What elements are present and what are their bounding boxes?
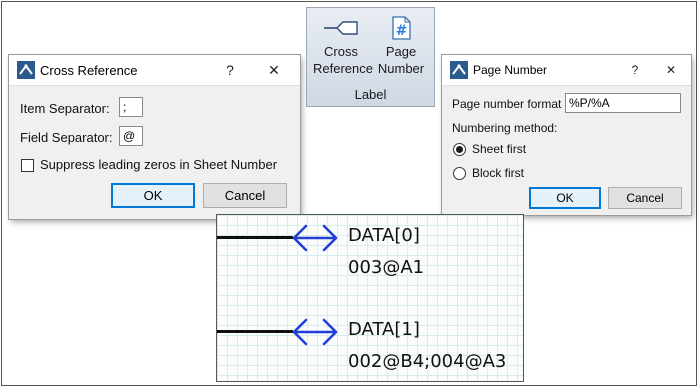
page-icon-glyph: #: [396, 23, 408, 39]
item-separator-input[interactable]: ;: [119, 97, 143, 117]
dialog-title: Cross Reference: [40, 62, 138, 78]
sheet-first-radio[interactable]: [453, 143, 466, 156]
ribbon-group-label: Label: [354, 87, 387, 102]
close-button[interactable]: ✕: [653, 63, 689, 77]
help-button[interactable]: ?: [208, 62, 252, 78]
bidirectional-port-icon: [292, 318, 338, 346]
sheet-first-label: Sheet first: [472, 142, 527, 156]
block-first-radio[interactable]: [453, 167, 466, 180]
cross-reference-ribbon-label-1: Cross: [324, 44, 358, 59]
page-number-ribbon-button[interactable]: # Page Number: [373, 16, 429, 77]
page-number-format-label: Page number format: [452, 97, 562, 111]
wire: [217, 236, 293, 239]
page-number-icon: #: [392, 16, 411, 40]
ok-button[interactable]: OK: [529, 187, 601, 209]
close-button[interactable]: ✕: [252, 62, 296, 79]
cross-reference-dialog: Cross Reference ? ✕ Item Separator: ; Fi…: [9, 55, 300, 219]
suppress-zeros-checkbox[interactable]: [21, 159, 34, 172]
net-name: DATA[1]: [348, 319, 420, 340]
bidirectional-port-icon: [292, 224, 338, 252]
page-number-format-input[interactable]: %P/%A: [565, 93, 681, 113]
block-first-label: Block first: [472, 166, 525, 180]
suppress-zeros-label: Suppress leading zeros in Sheet Number: [40, 157, 278, 172]
app-icon: [17, 61, 35, 79]
cross-reference-ribbon-label-2: Reference: [313, 61, 373, 76]
page-number-titlebar: Page Number ? ✕: [442, 55, 691, 86]
ok-button[interactable]: OK: [111, 183, 195, 208]
ribbon-label-group: Cross Reference # Page Number Label: [306, 7, 435, 107]
numbering-method-label: Numbering method:: [452, 121, 558, 135]
dialog-title: Page Number: [473, 63, 548, 77]
help-button[interactable]: ?: [617, 63, 653, 77]
field-separator-label: Field Separator:: [20, 130, 113, 145]
cross-reference-text: 003@A1: [348, 257, 425, 278]
page-number-dialog: Page Number ? ✕ Page number format %P/%A…: [442, 55, 691, 215]
field-separator-input[interactable]: @: [119, 126, 143, 146]
cross-reference-titlebar: Cross Reference ? ✕: [9, 55, 300, 86]
cancel-button[interactable]: Cancel: [203, 183, 287, 208]
net-name: DATA[0]: [348, 225, 420, 246]
schematic-canvas: DATA[0] 003@A1 DATA[1] 002@B4;004@A3: [216, 214, 524, 382]
cross-reference-text: 002@B4;004@A3: [348, 351, 507, 372]
cross-reference-ribbon-button[interactable]: Cross Reference: [313, 16, 373, 77]
item-separator-label: Item Separator:: [20, 101, 110, 116]
page-number-ribbon-label-1: Page: [385, 44, 417, 59]
cross-reference-icon: [324, 21, 358, 35]
page-number-ribbon-label-2: Number: [377, 61, 425, 76]
cancel-button[interactable]: Cancel: [608, 187, 682, 209]
app-icon: [450, 61, 468, 79]
wire: [217, 330, 293, 333]
